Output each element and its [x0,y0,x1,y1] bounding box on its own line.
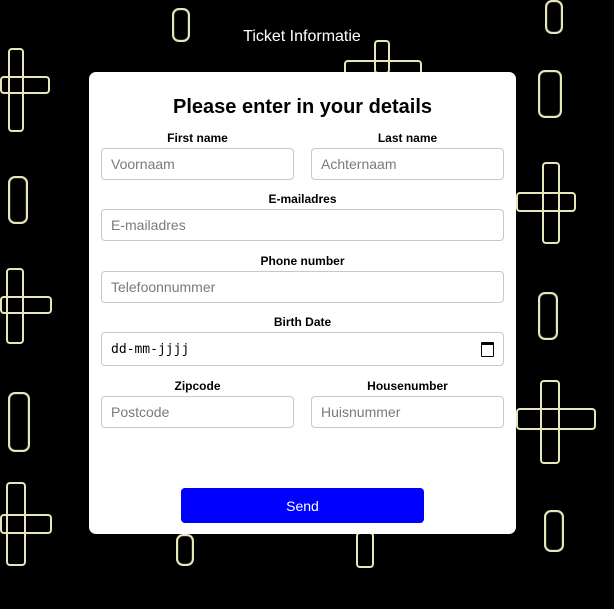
last-name-input[interactable] [311,148,504,180]
background-shape [544,510,564,552]
background-shape [346,532,386,568]
zipcode-label: Zipcode [174,379,221,393]
birth-date-input[interactable]: dd-mm-jjjj [101,332,504,366]
page-title: Ticket Informatie [243,28,361,45]
birth-date-label: Birth Date [273,315,332,329]
last-name-label: Last name [377,131,438,145]
email-label: E-mailadres [268,192,337,206]
background-shape [176,534,194,566]
housenumber-input[interactable] [311,396,504,428]
background-shape [0,268,52,344]
calendar-icon[interactable] [481,341,494,357]
first-name-input[interactable] [101,148,294,180]
housenumber-label: Housenumber [367,379,448,393]
phone-label: Phone number [260,254,345,268]
first-name-label: First name [167,131,228,145]
background-shape [8,176,28,224]
phone-input[interactable] [101,271,504,303]
background-shape [538,70,562,118]
background-shape [0,48,50,132]
zipcode-input[interactable] [101,396,294,428]
background-shape [516,162,576,244]
details-form: Please enter in your details First name … [89,72,516,534]
background-shape [538,292,558,340]
form-title: Please enter in your details [173,96,432,118]
background-shape [0,482,52,566]
email-input[interactable] [101,209,504,241]
birth-date-format: dd-mm-jjjj [111,341,190,357]
background-shape [8,392,30,452]
send-button[interactable]: Send [181,488,424,523]
background-shape [516,380,596,464]
